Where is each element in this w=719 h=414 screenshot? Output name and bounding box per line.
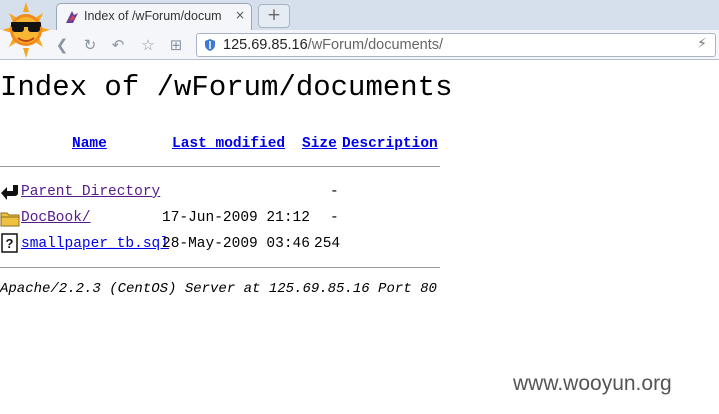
bolt-icon[interactable]: ⚡ [697,36,707,52]
grid-icon[interactable]: ⊞ [166,35,186,55]
column-last-modified-link[interactable]: Last modified [172,136,285,152]
watermark: www.wooyun.org [513,372,672,395]
unknown-file-icon: ? [1,233,18,253]
folder-icon [0,212,20,227]
directory-listing: Index of /wForum/documents Name Last mod… [0,60,719,414]
row-size: 254 [314,236,341,252]
sql-file-link[interactable]: smallpaper_tb.sql [21,236,169,252]
column-description-link[interactable]: Description [342,136,438,152]
new-tab-button[interactable]: + [258,4,290,28]
url-text[interactable]: 125.69.85.16/wForum/documents/ [223,37,443,53]
undo-icon[interactable]: ↶ [108,35,128,55]
row-size: - [330,184,339,200]
header-divider [0,166,440,167]
url-path: /wForum/documents/ [307,37,444,53]
column-size-link[interactable]: Size [302,136,337,152]
tab-strip: Index of /wForum/docum × + [0,0,719,58]
forward-icon[interactable]: ↻ [80,35,100,55]
browser-tab[interactable]: Index of /wForum/docum × [56,3,252,30]
page-title: Index of /wForum/documents [0,71,453,104]
row-modified: 17-Jun-2009 21:12 [162,210,310,226]
server-signature: Apache/2.2.3 (CentOS) Server at 125.69.8… [0,281,437,297]
url-host: 125.69.85.16 [223,37,308,53]
svg-text:?: ? [6,236,14,251]
sun-avatar-icon [2,2,50,58]
row-modified: 28-May-2009 03:46 [162,236,310,252]
parent-directory-link[interactable]: Parent Directory [21,184,160,200]
footer-divider [0,267,440,268]
tab-close-icon[interactable]: × [235,8,245,22]
avatar[interactable] [0,0,52,60]
back-icon[interactable]: ❮ [52,35,72,55]
navigation-toolbar: ❮ ↻ ↶ ☆ ⊞ 125.69.85.16/wForum/documents/… [0,30,719,60]
star-icon[interactable]: ☆ [138,35,158,55]
tab-title: Index of /wForum/docum [84,9,222,23]
back-arrow-icon [1,185,18,200]
apache-favicon-icon [66,11,78,23]
docbook-link[interactable]: DocBook/ [21,210,91,226]
address-bar[interactable]: 125.69.85.16/wForum/documents/ ⚡ [196,33,716,57]
row-size: - [330,210,339,226]
column-name-link[interactable]: Name [72,136,107,152]
shield-icon [205,39,215,51]
